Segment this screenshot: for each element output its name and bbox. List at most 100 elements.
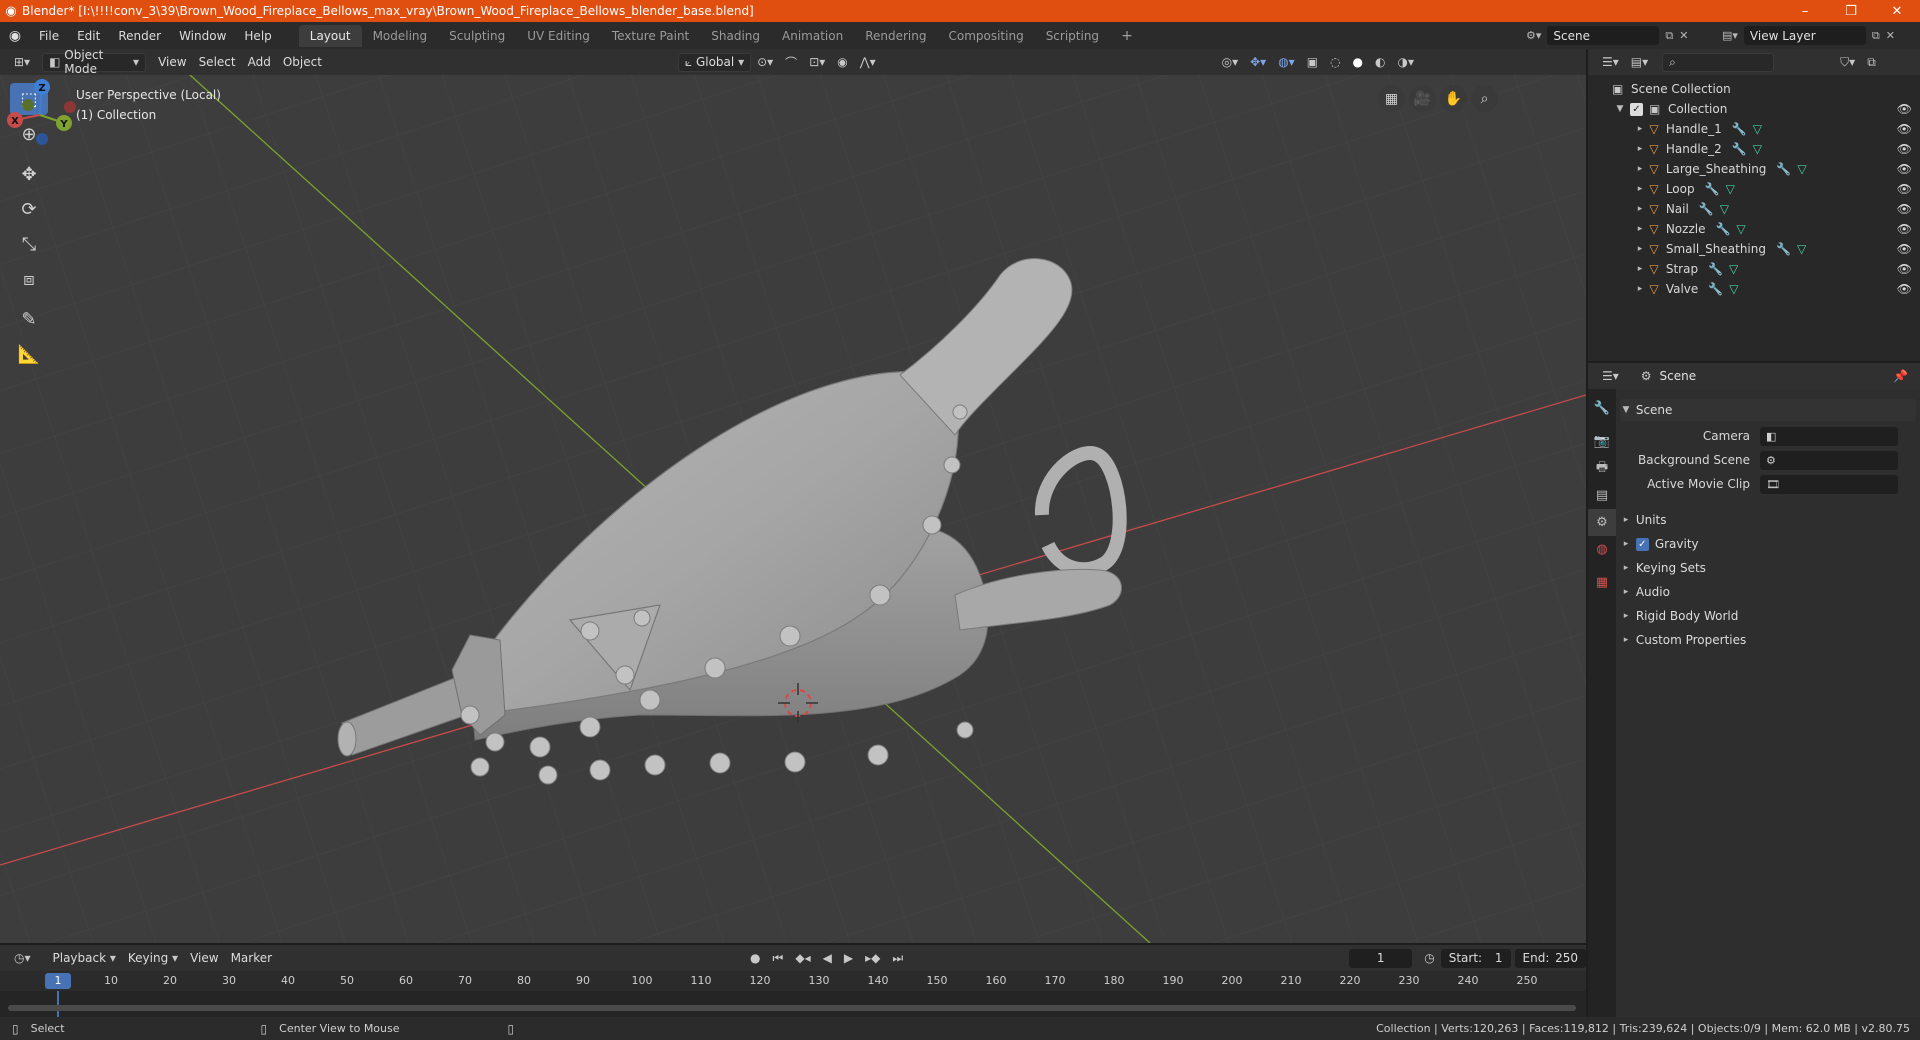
proportional-edit-icon[interactable]: ◉ (831, 53, 853, 72)
tab-sculpting[interactable]: Sculpting (438, 25, 516, 47)
outliner-item-nozzle[interactable]: ▸ ▽ Nozzle 🔧 ▽ 👁 (1588, 219, 1920, 239)
mode-dropdown[interactable]: ◧ Object Mode ▾ (42, 48, 147, 76)
camera-view-button[interactable]: 🎥 (1409, 85, 1436, 112)
filter-icon[interactable]: ⛉▾ (1834, 53, 1861, 72)
tab-animation[interactable]: Animation (771, 25, 854, 47)
material-shading-icon[interactable]: ◐ (1369, 53, 1391, 72)
play-reverse-button[interactable]: ◀ (817, 949, 838, 968)
editor-type-icon[interactable]: ⊞▾ (8, 53, 36, 72)
expand-triangle-icon[interactable]: ▸ (1634, 164, 1646, 174)
delete-scene-icon[interactable]: ✕ (1679, 29, 1688, 42)
pivot-point-icon[interactable]: ⊙▾ (751, 53, 779, 72)
scene-name-field[interactable]: Scene (1547, 26, 1660, 45)
timeline-body[interactable]: 1 10 20 30 40 50 60 70 80 90 100 110 120… (0, 971, 1586, 1017)
wireframe-shading-icon[interactable]: ◌ (1324, 53, 1346, 72)
scene-collection-row[interactable]: ▣ Scene Collection (1588, 79, 1920, 99)
next-keyframe-button[interactable]: ▸◆ (859, 949, 886, 968)
tab-scripting[interactable]: Scripting (1035, 25, 1110, 47)
falloff-icon[interactable]: ⋀▾ (854, 53, 882, 72)
move-tool[interactable]: ✥ (10, 158, 48, 190)
view-layer-name-field[interactable]: View Layer (1743, 26, 1866, 45)
expand-triangle-icon[interactable]: ▸ (1634, 204, 1646, 214)
close-button[interactable]: ✕ (1874, 0, 1920, 22)
expand-triangle-icon[interactable]: ▸ (1634, 124, 1646, 134)
transform-tool[interactable]: ⧈ (10, 263, 48, 295)
menu-window[interactable]: Window (170, 22, 235, 49)
expand-triangle-icon[interactable]: ▸ (1634, 224, 1646, 234)
eye-icon[interactable]: 👁 (1897, 102, 1912, 116)
new-collection-icon[interactable]: ⧉ (1861, 53, 1882, 72)
properties-editor-type-icon[interactable]: ☰▾ (1596, 367, 1625, 386)
new-view-layer-icon[interactable]: ⧉ (1872, 29, 1880, 43)
expand-triangle-icon[interactable]: ▸ (1634, 284, 1646, 294)
tab-scene[interactable]: ⚙ (1588, 509, 1616, 536)
3d-viewport[interactable]: User Perspective (Local) (1) Collection … (0, 75, 1586, 943)
view-layer-icon[interactable]: ▤▾ (1722, 29, 1738, 42)
play-button[interactable]: ▶ (838, 949, 859, 968)
menu-help[interactable]: Help (235, 22, 280, 49)
menu-select[interactable]: Select (193, 53, 242, 72)
gravity-checkbox[interactable]: ✓ (1635, 537, 1649, 551)
expand-triangle-icon[interactable]: ▸ (1634, 264, 1646, 274)
eye-icon[interactable]: 👁 (1897, 282, 1912, 296)
collapse-triangle-icon[interactable]: ▼ (1614, 104, 1626, 114)
eye-icon[interactable]: 👁 (1897, 182, 1912, 196)
eye-icon[interactable]: 👁 (1897, 262, 1912, 276)
eye-icon[interactable]: 👁 (1897, 122, 1912, 136)
prev-keyframe-button[interactable]: ◆◂ (789, 949, 816, 968)
eye-icon[interactable]: 👁 (1897, 202, 1912, 216)
menu-playback[interactable]: Playback ▾ (47, 949, 122, 968)
eye-icon[interactable]: 👁 (1897, 142, 1912, 156)
toggle-grid-view-button[interactable]: ▦ (1378, 85, 1405, 112)
outliner-item-loop[interactable]: ▸ ▽ Loop 🔧 ▽ 👁 (1588, 179, 1920, 199)
maximize-button[interactable]: ❐ (1828, 0, 1874, 22)
delete-view-layer-icon[interactable]: ✕ (1886, 29, 1895, 42)
keying-sets-panel-header[interactable]: ▸ Keying Sets (1620, 557, 1916, 579)
xray-toggle-icon[interactable]: ▣ (1301, 53, 1324, 72)
neg-z-handle[interactable] (36, 133, 48, 145)
jump-start-button[interactable]: ⏮ (767, 949, 790, 968)
timeline-editor-type-icon[interactable]: ◷▾ (8, 949, 37, 968)
neg-x-handle[interactable] (64, 101, 76, 113)
outliner-item-handle-2[interactable]: ▸ ▽ Handle_2 🔧 ▽ 👁 (1588, 139, 1920, 159)
collection-row[interactable]: ▼ ✓ ▣ Collection 👁 (1588, 99, 1920, 119)
outliner-item-large-sheathing[interactable]: ▸ ▽ Large_Sheathing 🔧 ▽ 👁 (1588, 159, 1920, 179)
gizmo-toggle-icon[interactable]: ✥▾ (1244, 53, 1272, 72)
preview-range-icon[interactable]: ◷ (1418, 949, 1440, 968)
measure-tool[interactable]: 📐 (10, 338, 48, 370)
new-scene-icon[interactable]: ⧉ (1665, 29, 1673, 43)
snap-target-icon[interactable]: ⊡▾ (803, 53, 831, 72)
expand-triangle-icon[interactable]: ▸ (1634, 244, 1646, 254)
menu-keying[interactable]: Keying ▾ (122, 949, 184, 968)
transform-orientation-dropdown[interactable]: ⟀ Global ▾ (677, 52, 752, 72)
record-button[interactable]: ● (744, 949, 766, 968)
overlay-toggle-icon[interactable]: ◍▾ (1272, 53, 1301, 72)
jump-end-button[interactable]: ⏭ (886, 949, 909, 968)
annotate-tool[interactable]: ✎ (10, 303, 48, 335)
scene-panel-header[interactable]: ▼ Scene (1620, 399, 1916, 421)
menu-timeline-view[interactable]: View (184, 949, 224, 968)
tab-layout[interactable]: Layout (298, 24, 362, 47)
end-frame-field[interactable]: End: 250 (1514, 948, 1586, 968)
outliner-item-handle-1[interactable]: ▸ ▽ Handle_1 🔧 ▽ 👁 (1588, 119, 1920, 139)
outliner-search-input[interactable]: ⌕ (1662, 52, 1775, 72)
scene-icon[interactable]: ⚙▾ (1526, 29, 1541, 42)
add-workspace-button[interactable]: + (1110, 25, 1144, 47)
menu-render[interactable]: Render (109, 22, 170, 49)
tab-compositing[interactable]: Compositing (937, 25, 1034, 47)
current-frame-field[interactable]: 1 (1349, 948, 1413, 968)
custom-properties-panel-header[interactable]: ▸ Custom Properties (1620, 629, 1916, 651)
menu-marker[interactable]: Marker (225, 949, 278, 968)
rotate-tool[interactable]: ⟳ (10, 193, 48, 225)
viewport-scene[interactable] (0, 75, 1586, 943)
outliner-item-valve[interactable]: ▸ ▽ Valve 🔧 ▽ 👁 (1588, 279, 1920, 299)
scale-tool[interactable]: ⤡ (10, 228, 48, 260)
expand-triangle-icon[interactable]: ▸ (1634, 184, 1646, 194)
solid-shading-icon[interactable]: ● (1347, 53, 1369, 72)
display-mode-icon[interactable]: ▤▾ (1625, 53, 1654, 72)
pan-view-button[interactable]: ✋ (1440, 85, 1467, 112)
menu-file[interactable]: File (30, 22, 68, 49)
units-panel-header[interactable]: ▸ Units (1620, 509, 1916, 531)
tab-shading[interactable]: Shading (700, 25, 771, 47)
eye-icon[interactable]: 👁 (1897, 242, 1912, 256)
